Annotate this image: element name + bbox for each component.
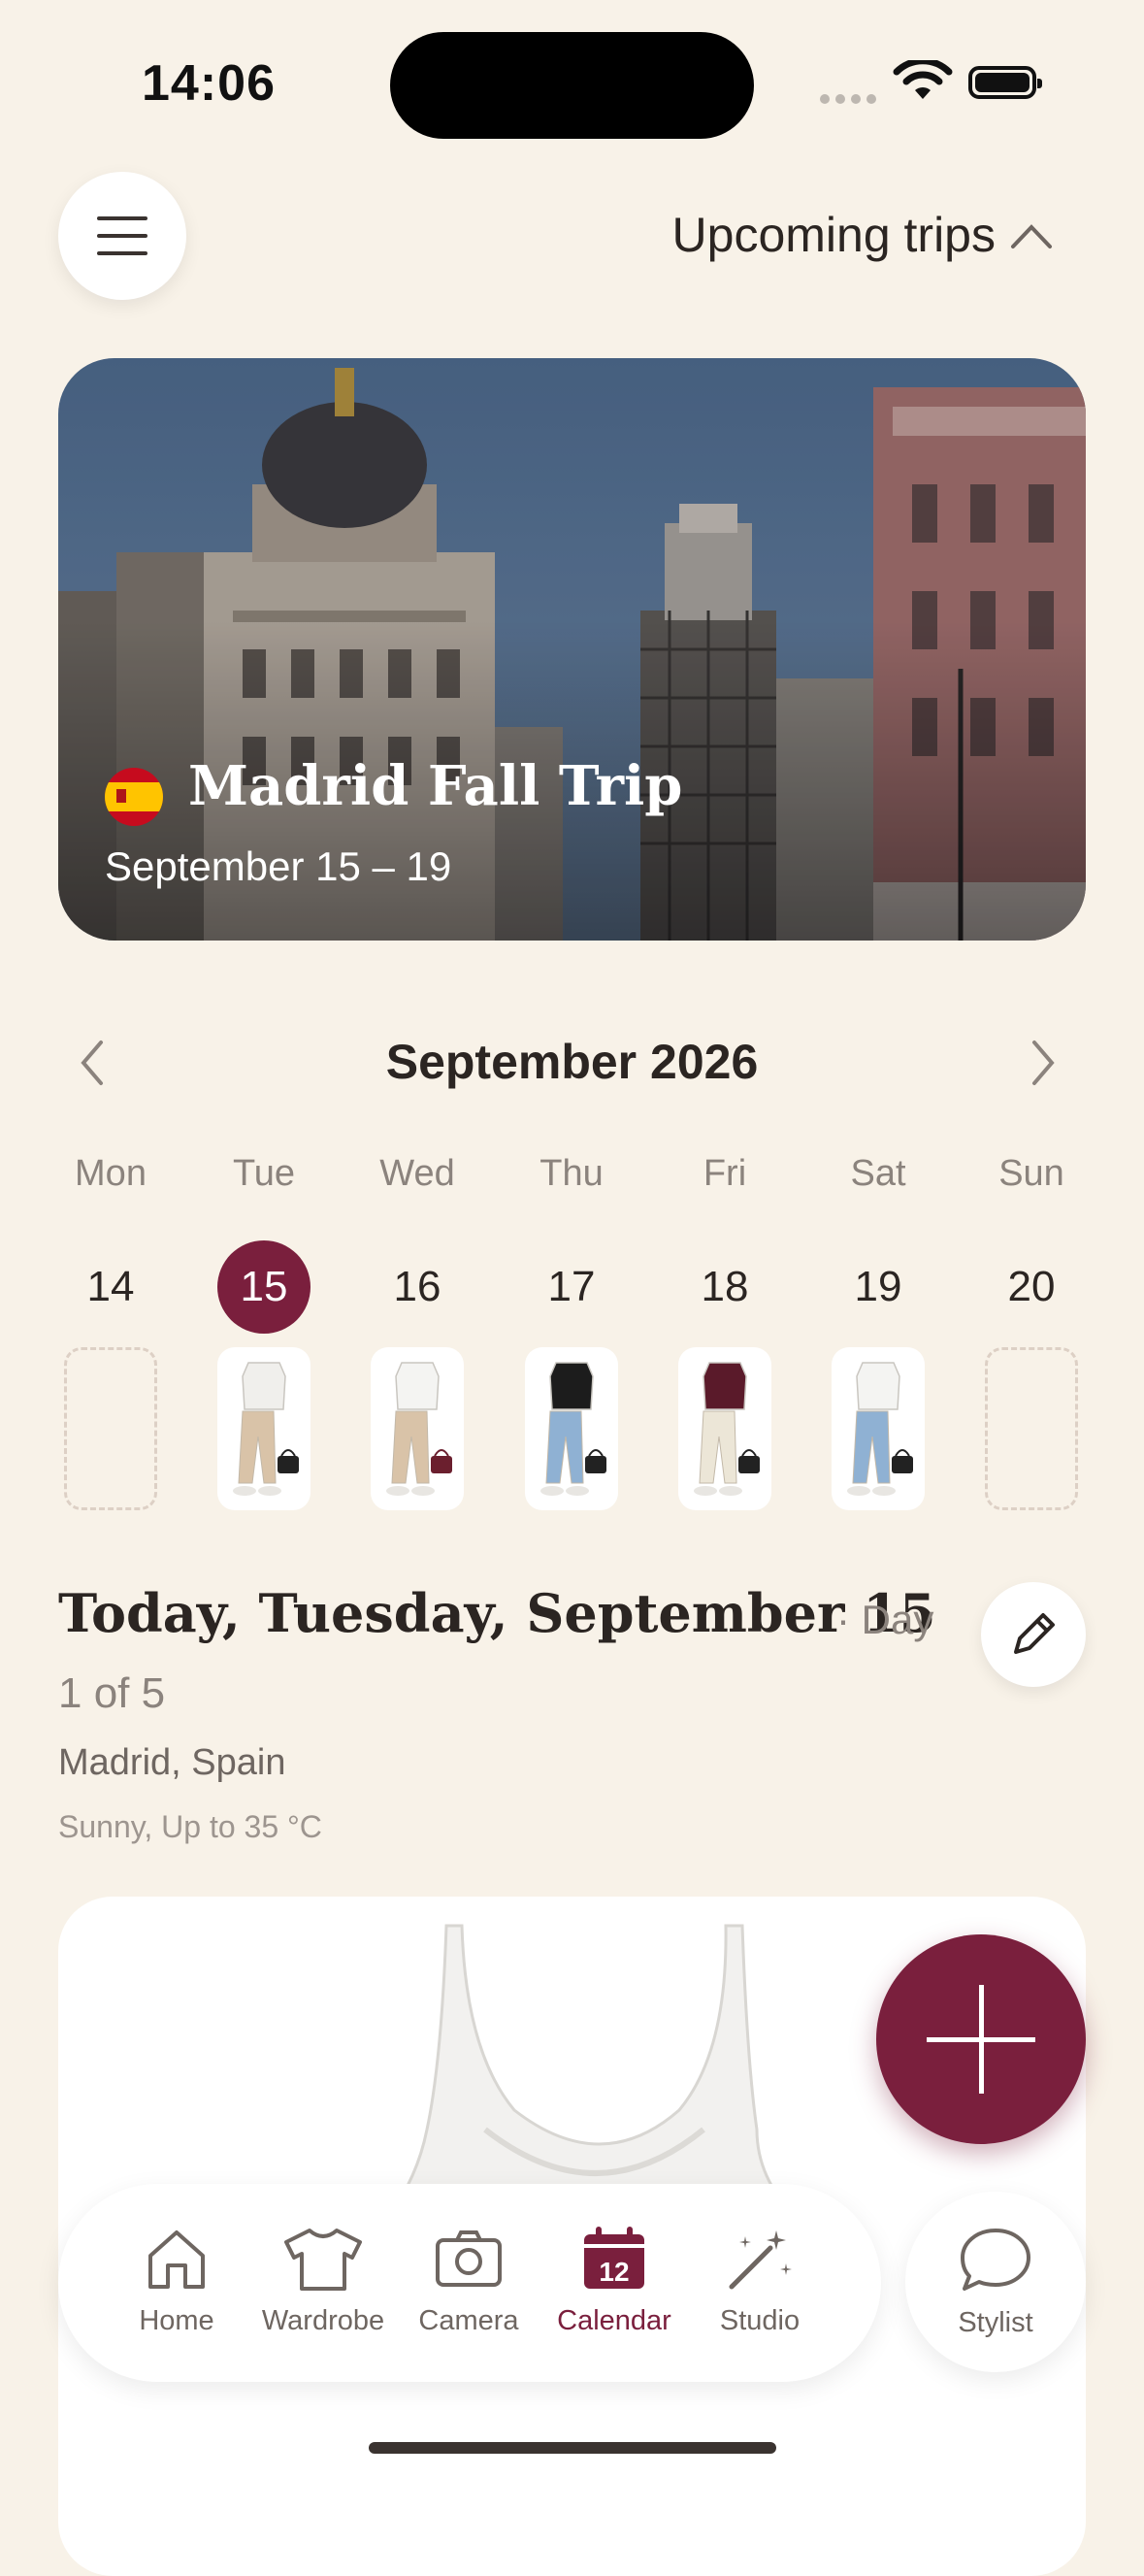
day-column[interactable]: Thu 17 — [508, 1153, 635, 1510]
home-icon — [148, 2230, 205, 2289]
home-indicator — [369, 2442, 776, 2454]
calendar-icon-badge: 12 — [599, 2257, 629, 2287]
upcoming-trips-toggle[interactable]: Upcoming trips — [672, 207, 996, 263]
stylist-label: Stylist — [958, 2307, 1033, 2338]
empty-outfit-slot[interactable] — [985, 1347, 1078, 1510]
tab-home-label: Home — [139, 2305, 214, 2336]
day-name: Sun — [998, 1153, 1064, 1194]
add-button[interactable] — [876, 1934, 1086, 2144]
empty-outfit-slot[interactable] — [64, 1347, 157, 1510]
tab-calendar-label: Calendar — [557, 2305, 671, 2336]
day-name: Wed — [379, 1153, 455, 1194]
tshirt-icon — [284, 2229, 362, 2291]
outfit-thumbnail[interactable] — [525, 1347, 618, 1510]
magic-wand-icon — [729, 2230, 792, 2290]
day-number[interactable]: 14 — [64, 1240, 157, 1334]
trip-dates: September 15 – 19 — [105, 843, 452, 889]
day-number-selected[interactable]: 15 — [217, 1240, 311, 1334]
camera-icon — [436, 2230, 502, 2287]
day-number[interactable]: 16 — [371, 1240, 464, 1334]
day-column[interactable]: Sat 19 — [815, 1153, 941, 1510]
day-name: Tue — [232, 1153, 296, 1194]
month-title: September 2026 — [385, 1035, 759, 1089]
edit-button[interactable] — [981, 1582, 1086, 1687]
day-column[interactable]: Tue 15 — [201, 1153, 327, 1510]
tab-studio[interactable]: Studio — [687, 2225, 833, 2337]
today-title: Today, Tuesday, September 15 — [58, 1582, 936, 1644]
status-time: 14:06 — [142, 55, 276, 112]
day-name: Mon — [75, 1153, 147, 1194]
day-name: Sat — [850, 1153, 906, 1194]
day-number[interactable]: 18 — [678, 1240, 771, 1334]
day-column[interactable]: Sun 20 — [968, 1153, 1095, 1510]
today-location: Madrid, Spain — [58, 1742, 286, 1783]
battery-icon — [968, 66, 1042, 99]
tab-wardrobe[interactable]: Wardrobe — [250, 2225, 396, 2337]
outfit-thumbnail[interactable] — [217, 1347, 311, 1510]
trip-day-count-cont: 1 of 5 — [58, 1669, 166, 1717]
dynamic-island — [390, 32, 754, 139]
trip-day-count: · Day — [836, 1597, 934, 1642]
day-number[interactable]: 19 — [832, 1240, 925, 1334]
spain-flag-icon — [105, 768, 163, 826]
pencil-icon — [1014, 1613, 1055, 1654]
stylist-button[interactable]: Stylist — [905, 2192, 1086, 2372]
day-column[interactable]: Fri 18 — [662, 1153, 788, 1510]
tab-wardrobe-label: Wardrobe — [261, 2305, 385, 2336]
chat-bubble-icon — [961, 2229, 1030, 2291]
tab-camera[interactable]: Camera — [396, 2225, 541, 2337]
tab-calendar[interactable]: 12 Calendar — [541, 2225, 687, 2337]
trip-card[interactable]: Madrid Fall Trip September 15 – 19 — [58, 358, 1086, 941]
cellular-signal-icon — [820, 91, 882, 109]
wifi-icon — [893, 60, 953, 99]
day-name: Thu — [539, 1153, 604, 1194]
chevron-right-icon[interactable] — [1029, 1039, 1058, 1087]
outfit-thumbnail[interactable] — [832, 1347, 925, 1510]
day-column[interactable]: Wed 16 — [354, 1153, 480, 1510]
tab-camera-label: Camera — [418, 2305, 519, 2336]
outfit-thumbnail[interactable] — [371, 1347, 464, 1510]
calendar-icon: 12 — [584, 2227, 644, 2289]
tab-home[interactable]: Home — [104, 2225, 249, 2337]
today-weather: Sunny, Up to 35 °C — [58, 1809, 322, 1844]
tab-bar: Home Wardrobe Camera 12 Calendar Studio — [58, 2184, 881, 2382]
tab-studio-label: Studio — [719, 2305, 801, 2336]
day-number[interactable]: 17 — [525, 1240, 618, 1334]
trip-title: Madrid Fall Trip — [188, 754, 683, 818]
chevron-up-icon[interactable] — [1009, 221, 1054, 250]
menu-button[interactable] — [58, 172, 186, 300]
day-name: Fri — [703, 1153, 747, 1194]
outfit-thumbnail[interactable] — [678, 1347, 771, 1510]
day-number[interactable]: 20 — [985, 1240, 1078, 1334]
day-column[interactable]: Mon 14 — [48, 1153, 174, 1510]
